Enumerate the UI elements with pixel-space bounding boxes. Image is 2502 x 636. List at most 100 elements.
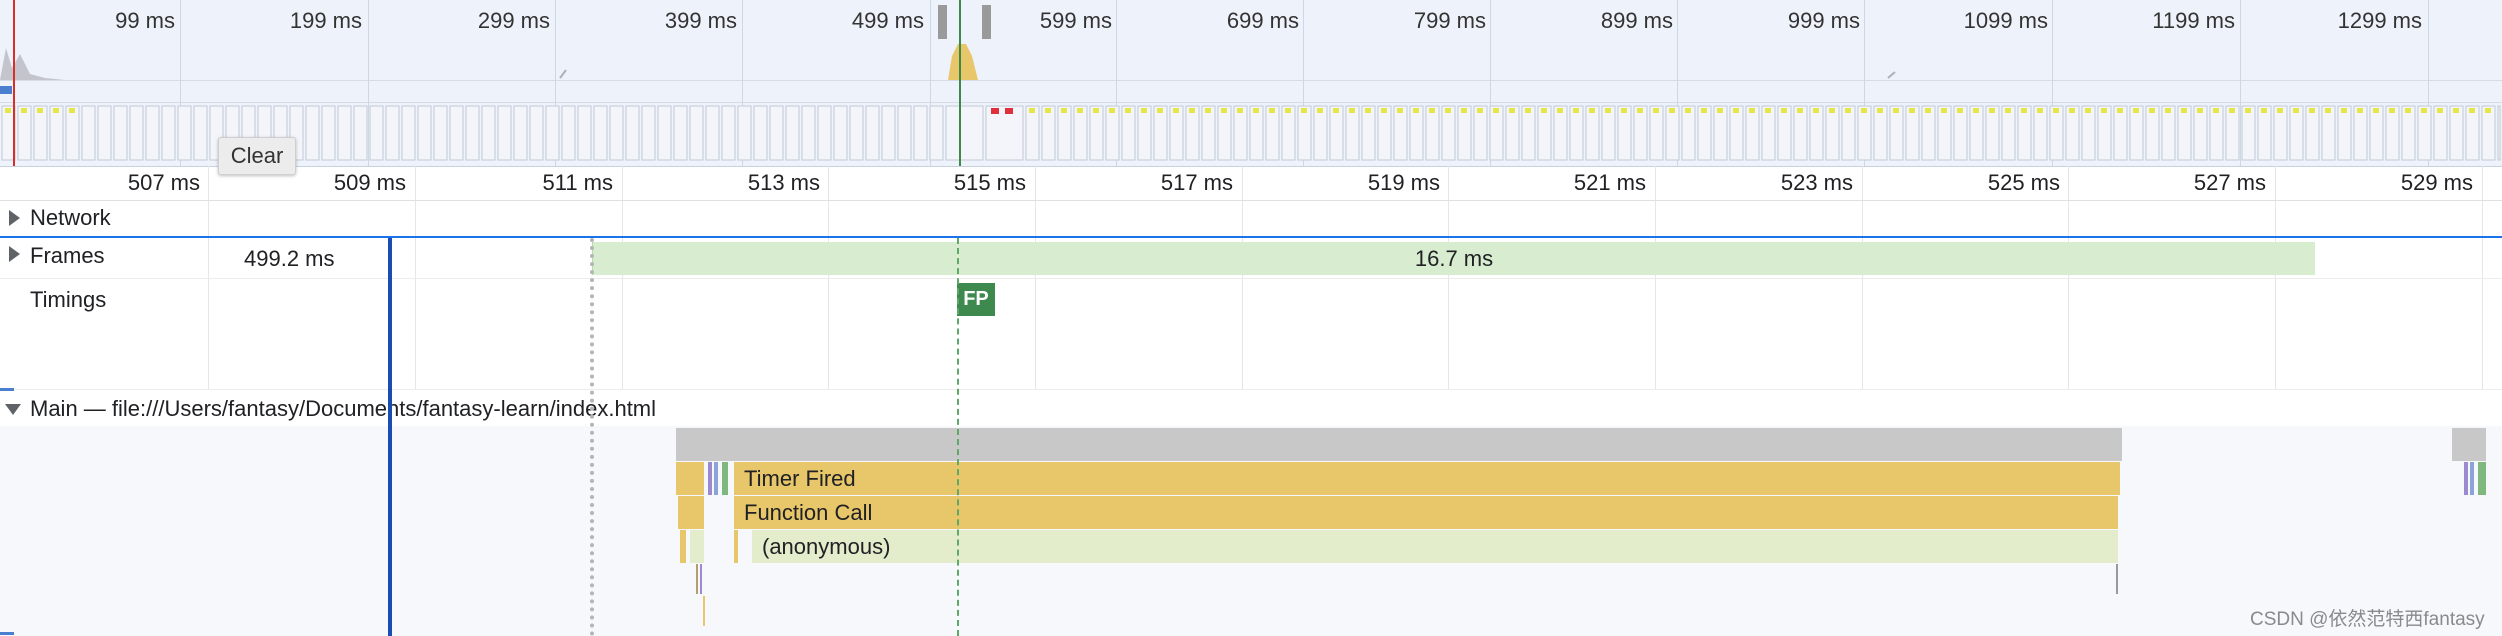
frame-cell <box>401 105 416 161</box>
frame-cell <box>2065 105 2080 161</box>
script-block[interactable] <box>676 462 704 495</box>
frame-indicator <box>2229 108 2235 113</box>
frame-indicator <box>1061 108 1067 113</box>
frame-cell <box>2401 105 2416 161</box>
frame-cell <box>337 105 352 161</box>
frame-cell <box>1617 105 1632 161</box>
network-track[interactable]: Network <box>0 201 2502 238</box>
timeline-overview[interactable]: 99 ms 199 ms 299 ms 399 ms 499 ms 599 ms… <box>0 0 2502 175</box>
fp-marker[interactable]: FP <box>957 283 995 316</box>
collapse-arrow-icon[interactable] <box>5 404 21 415</box>
frame-cell <box>2161 105 2176 161</box>
frame-indicator <box>1605 108 1611 113</box>
frame-cell <box>433 105 448 161</box>
function-call-block[interactable]: Function Call <box>734 496 2118 529</box>
frame-indicator <box>1093 108 1099 113</box>
script-block[interactable] <box>722 462 728 495</box>
task-block-small[interactable] <box>2452 428 2486 461</box>
frame-cell <box>2449 105 2464 161</box>
frame-duration-prev[interactable]: 499.2 ms <box>244 246 335 272</box>
script-block[interactable] <box>690 530 704 563</box>
frame-indicator <box>2197 108 2203 113</box>
frame-cell <box>897 105 912 161</box>
script-block[interactable] <box>2470 462 2474 495</box>
frame-cell <box>1345 105 1360 161</box>
overview-separator <box>0 102 2502 103</box>
frame-cell <box>769 105 784 161</box>
frame-cell <box>1841 105 1856 161</box>
frame-cell <box>1969 105 1984 161</box>
frame-indicator <box>1381 108 1387 113</box>
frame-cell <box>2417 105 2432 161</box>
network-track-label: Network <box>30 205 111 230</box>
script-block[interactable] <box>2464 462 2468 495</box>
frame-cell <box>2321 105 2336 161</box>
ruler-tick-label: 525 ms <box>1987 170 2060 195</box>
script-block[interactable] <box>696 564 698 594</box>
timer-fired-block[interactable]: Timer Fired <box>734 462 2120 495</box>
frame-indicator <box>1221 108 1227 113</box>
frame-cell <box>49 105 64 161</box>
frame-cell <box>1633 105 1648 161</box>
frame-cell <box>177 105 192 161</box>
frame-cell <box>1057 105 1072 161</box>
frame-cell <box>689 105 704 161</box>
frame-cell <box>1361 105 1376 161</box>
main-thread-label: Main — file:///Users/fantasy/Documents/f… <box>30 396 657 421</box>
frame-indicator <box>2085 108 2091 113</box>
frame-cell <box>881 105 896 161</box>
script-block[interactable] <box>678 496 704 529</box>
script-block[interactable] <box>680 530 686 563</box>
frame-cell <box>1089 105 1104 161</box>
frame-cell <box>785 105 800 161</box>
task-block[interactable]: Task <box>676 428 2122 461</box>
frame-indicator <box>1685 108 1691 113</box>
script-block[interactable] <box>714 462 718 495</box>
recording-start-marker <box>13 0 15 166</box>
frame-cell <box>2465 105 2480 161</box>
frame-indicator <box>1077 108 1083 113</box>
script-block[interactable] <box>703 596 705 626</box>
script-block[interactable] <box>2116 564 2118 594</box>
frame-cell <box>1217 105 1232 161</box>
frame-cell <box>353 105 368 161</box>
frame-cell <box>2305 105 2320 161</box>
selection-left-handle[interactable] <box>938 5 947 39</box>
frame-indicator <box>1893 108 1899 113</box>
task-block-start[interactable] <box>676 428 736 461</box>
frame-indicator <box>2245 108 2251 113</box>
frame-cell <box>721 105 736 161</box>
script-block[interactable] <box>2478 462 2486 495</box>
expand-arrow-icon[interactable] <box>9 210 20 226</box>
frame-cell <box>2177 105 2192 161</box>
frames-track[interactable]: Frames 499.2 ms 16.7 ms <box>0 238 2502 279</box>
frame-cell <box>1953 105 1968 161</box>
frame-cell <box>2209 105 2224 161</box>
expand-arrow-icon[interactable] <box>9 246 20 262</box>
frame-indicator <box>2053 108 2059 113</box>
script-block[interactable] <box>734 530 738 563</box>
frame-cell <box>1025 105 1040 161</box>
frame-block[interactable]: 16.7 ms <box>592 242 2315 275</box>
track-edge-marker <box>0 632 14 635</box>
main-thread-header[interactable]: Main — file:///Users/fantasy/Documents/f… <box>0 390 2502 426</box>
frame-cell <box>1857 105 1872 161</box>
script-block[interactable] <box>700 564 702 594</box>
dropped-frame-marker <box>1005 108 1013 114</box>
frame-cell <box>1681 105 1696 161</box>
frame-indicator <box>21 108 27 113</box>
script-block[interactable] <box>708 462 712 495</box>
frame-indicator <box>1397 108 1403 113</box>
selection-right-handle[interactable] <box>982 5 991 39</box>
frame-cell <box>113 105 128 161</box>
frame-indicator <box>2037 108 2043 113</box>
frame-indicator <box>1925 108 1931 113</box>
frame-cell <box>513 105 528 161</box>
frame-cell <box>545 105 560 161</box>
frame-indicator <box>1797 108 1803 113</box>
frame-cell <box>737 105 752 161</box>
clear-button[interactable]: Clear <box>218 137 296 175</box>
frame-cell <box>1537 105 1552 161</box>
frames-strip <box>1 105 2501 161</box>
frame-indicator <box>1301 108 1307 113</box>
